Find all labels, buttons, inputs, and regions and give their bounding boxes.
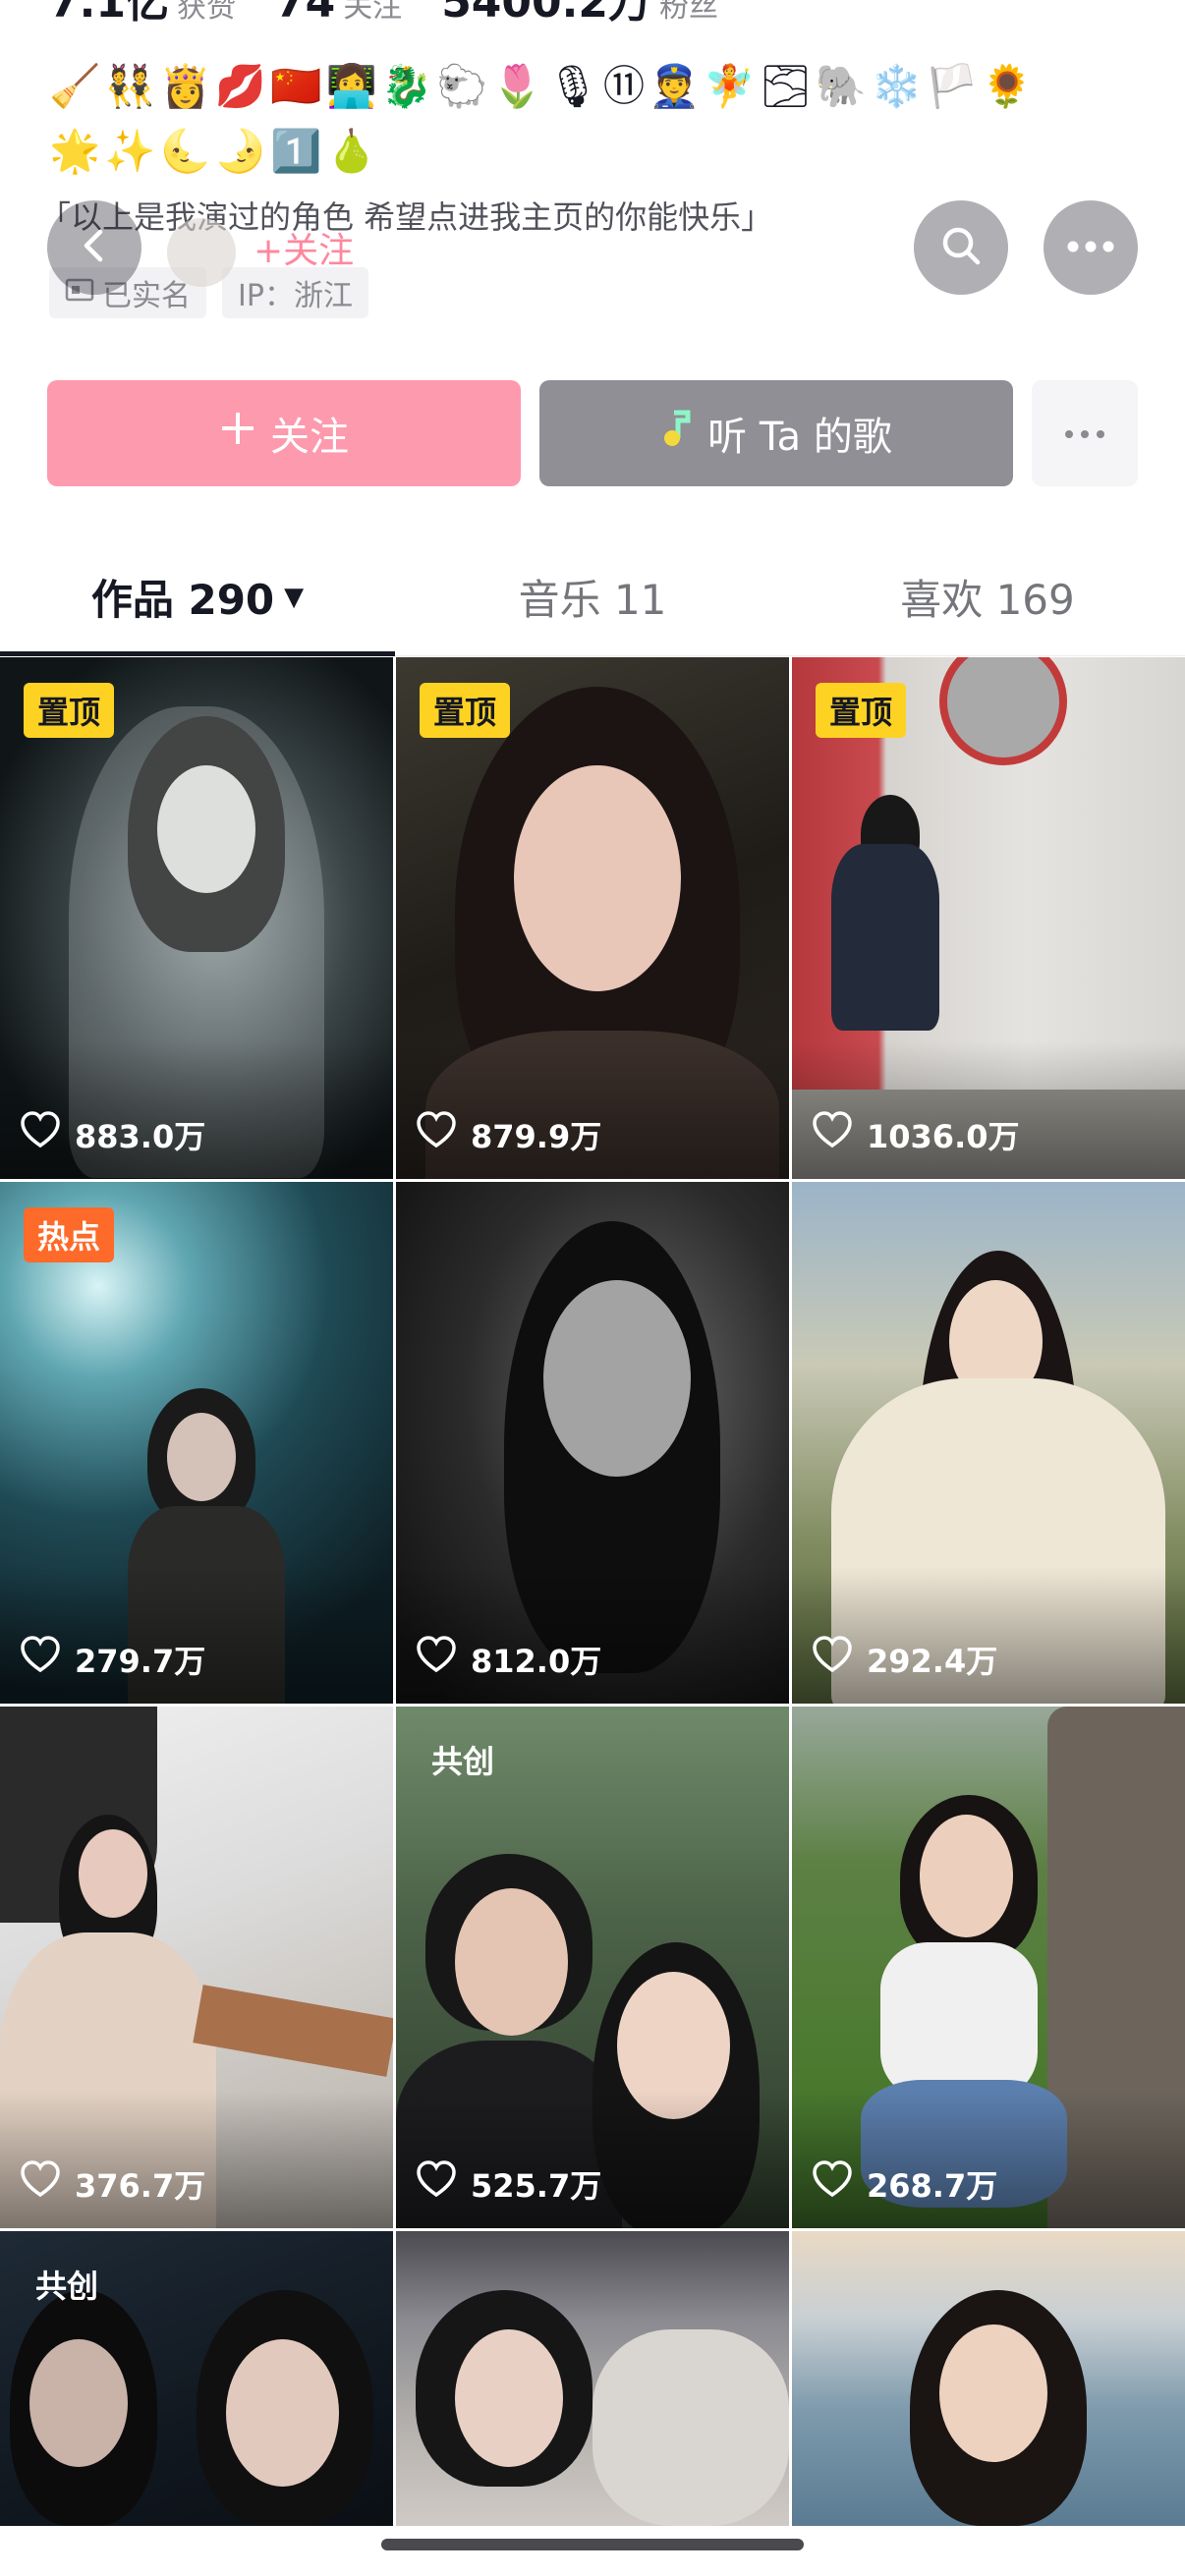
heart-icon xyxy=(812,1110,853,1159)
listen-song-button[interactable]: 听 Ta 的歌 xyxy=(539,380,1013,486)
stat-following-value: 74 xyxy=(274,0,336,28)
tab-likes[interactable]: 喜欢 169 xyxy=(790,538,1185,655)
video-tile[interactable]: 268.7万 xyxy=(792,1707,1185,2228)
video-tile[interactable]: 376.7万 xyxy=(0,1707,393,2228)
stats-row: 7.1亿 获赞 74 关注 5400.2万 粉丝 xyxy=(49,0,718,29)
search-button[interactable] xyxy=(914,200,1008,295)
video-likes: 525.7万 xyxy=(416,2159,601,2209)
video-likes: 883.0万 xyxy=(20,1110,205,1159)
heart-icon xyxy=(20,1110,61,1159)
nav-follow-button[interactable]: +关注 xyxy=(254,222,354,273)
stat-likes-label: 获赞 xyxy=(176,0,236,25)
stat-following[interactable]: 74 关注 xyxy=(275,0,402,28)
profile-page: 7.1亿 获赞 74 关注 5400.2万 粉丝 🧹👯👸💋🇨🇳👩‍💻🐉🐑🌷🎙⑪👮… xyxy=(0,0,1185,2576)
video-thumbnail xyxy=(792,2231,1185,2526)
video-tile[interactable]: 置顶 883.0万 xyxy=(0,657,393,1179)
video-tile[interactable] xyxy=(792,2231,1185,2526)
video-tile[interactable] xyxy=(396,2231,789,2526)
likes-count: 292.4万 xyxy=(867,1643,998,1680)
likes-count: 1036.0万 xyxy=(867,1118,1020,1155)
bio-emoji-row-2: 🌟✨🌜🌛1️⃣🍐 xyxy=(49,127,381,175)
video-thumbnail xyxy=(396,2231,789,2526)
more-dots-icon xyxy=(1066,239,1115,257)
video-tile[interactable]: 置顶 1036.0万 xyxy=(792,657,1185,1179)
stat-following-label: 关注 xyxy=(343,0,403,25)
video-tile[interactable]: 292.4万 xyxy=(792,1182,1185,1704)
stat-likes-value: 7.1亿 xyxy=(49,0,169,28)
profile-tabs: 作品 290 ▼ 音乐 11 喜欢 169 xyxy=(0,538,1185,656)
video-likes: 376.7万 xyxy=(20,2159,205,2209)
likes-count: 812.0万 xyxy=(471,1643,602,1680)
heart-icon xyxy=(812,1635,853,1684)
tab-music[interactable]: 音乐 11 xyxy=(395,538,790,655)
home-indicator[interactable] xyxy=(381,2539,804,2550)
hot-badge: 热点 xyxy=(24,1207,115,1262)
chevron-left-icon xyxy=(75,226,114,269)
follow-button[interactable]: 关注 xyxy=(47,380,521,486)
heart-icon xyxy=(20,1635,61,1684)
stat-likes[interactable]: 7.1亿 获赞 xyxy=(49,0,236,29)
stat-followers-label: 粉丝 xyxy=(658,0,718,25)
profile-header: 7.1亿 获赞 74 关注 5400.2万 粉丝 🧹👯👸💋🇨🇳👩‍💻🐉🐑🌷🎙⑪👮… xyxy=(0,0,1185,656)
listen-song-label: 听 Ta 的歌 xyxy=(707,415,892,460)
video-tile[interactable]: 812.0万 xyxy=(396,1182,789,1704)
plus-icon xyxy=(219,410,256,457)
likes-count: 525.7万 xyxy=(471,2167,602,2205)
music-note-icon xyxy=(660,409,694,458)
heart-icon xyxy=(812,2159,853,2209)
tab-likes-label: 喜欢 169 xyxy=(900,576,1075,624)
heart-icon xyxy=(416,1110,457,1159)
likes-count: 268.7万 xyxy=(867,2167,998,2205)
avatar[interactable] xyxy=(167,218,236,287)
heart-icon xyxy=(416,1635,457,1684)
tab-works[interactable]: 作品 290 ▼ xyxy=(0,538,395,656)
likes-count: 279.7万 xyxy=(75,1643,206,1680)
more-actions-button[interactable] xyxy=(1032,380,1138,486)
video-tile[interactable]: 共创 xyxy=(0,2231,393,2526)
video-likes: 812.0万 xyxy=(416,1635,601,1684)
video-tile[interactable]: 置顶 879.9万 xyxy=(396,657,789,1179)
stat-followers-value: 5400.2万 xyxy=(441,0,651,28)
likes-count: 376.7万 xyxy=(75,2167,206,2205)
co-create-badge: 共创 xyxy=(431,1743,495,1780)
video-likes: 292.4万 xyxy=(812,1635,997,1684)
heart-icon xyxy=(20,2159,61,2209)
ip-location-tag: IP：浙江 xyxy=(222,267,368,318)
stat-followers[interactable]: 5400.2万 粉丝 xyxy=(441,0,718,29)
video-likes: 879.9万 xyxy=(416,1110,601,1159)
video-likes: 1036.0万 xyxy=(812,1110,1020,1159)
tab-works-label: 作品 290 xyxy=(90,576,275,624)
pinned-badge: 置顶 xyxy=(420,683,511,738)
bio-emoji-row-1: 🧹👯👸💋🇨🇳👩‍💻🐉🐑🌷🎙⑪👮🧚🌫🐘❄️🏳️🌻 xyxy=(49,62,1038,110)
more-dots-icon xyxy=(1063,424,1106,443)
ip-location-label: IP：浙江 xyxy=(238,279,353,313)
video-grid: 置顶 883.0万 置顶 879.9万 置顶 1036.0万 热点 279.7万… xyxy=(0,657,1185,2526)
heart-icon xyxy=(416,2159,457,2209)
follow-button-label: 关注 xyxy=(270,415,349,460)
likes-count: 883.0万 xyxy=(75,1118,206,1155)
more-button[interactable] xyxy=(1044,200,1138,295)
likes-count: 879.9万 xyxy=(471,1118,602,1155)
video-likes: 268.7万 xyxy=(812,2159,997,2209)
pinned-badge: 置顶 xyxy=(24,683,115,738)
pinned-badge: 置顶 xyxy=(816,683,907,738)
back-button[interactable] xyxy=(47,200,141,295)
video-tile[interactable]: 热点 279.7万 xyxy=(0,1182,393,1704)
search-icon xyxy=(937,222,985,273)
caret-down-icon: ▼ xyxy=(284,582,305,612)
tab-music-label: 音乐 11 xyxy=(518,576,667,624)
co-create-badge: 共创 xyxy=(35,2268,99,2305)
video-likes: 279.7万 xyxy=(20,1635,205,1684)
video-tile[interactable]: 共创 525.7万 xyxy=(396,1707,789,2228)
